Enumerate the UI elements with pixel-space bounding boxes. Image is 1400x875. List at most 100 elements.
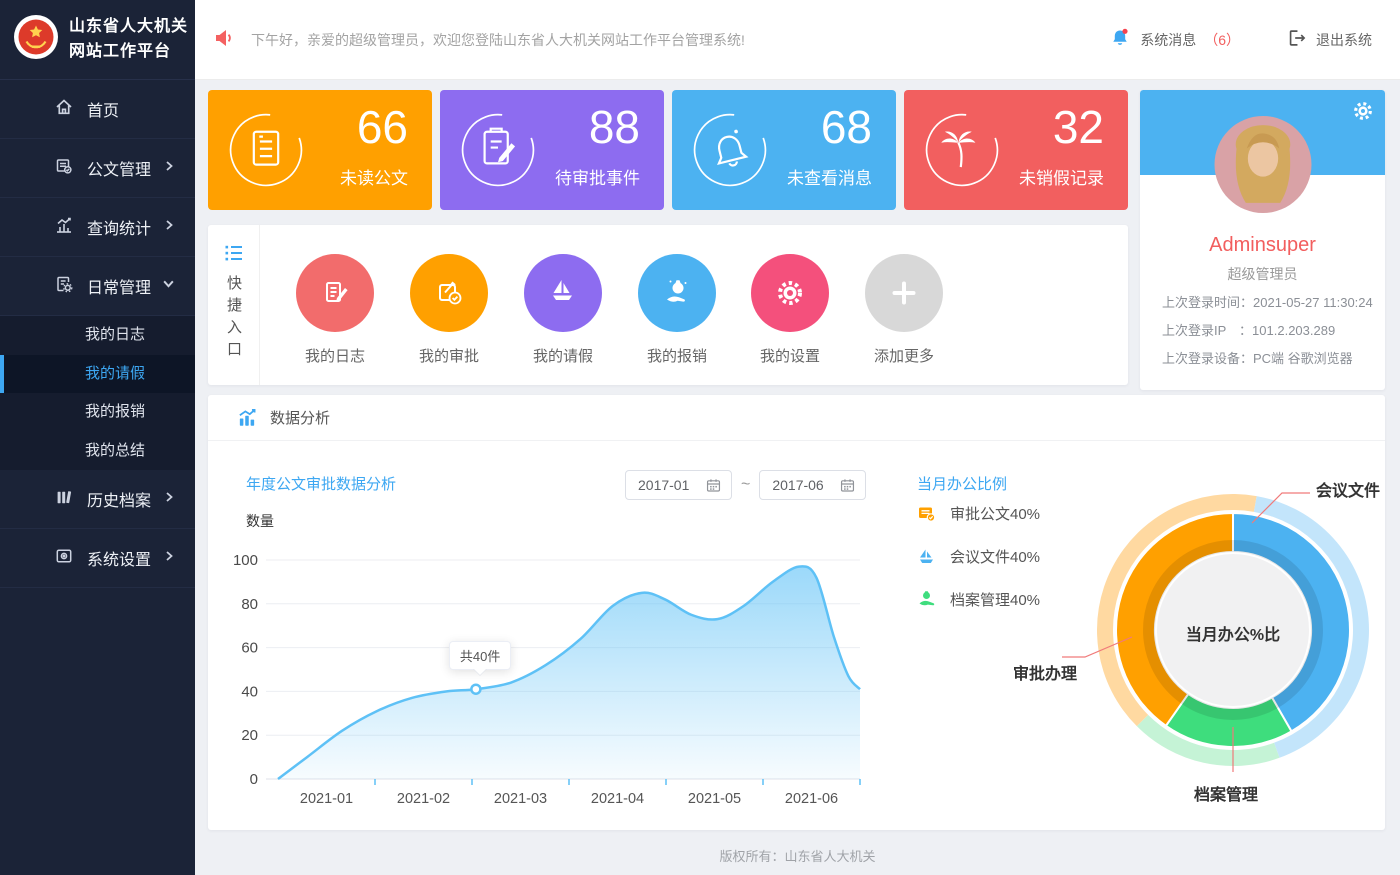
palm-tree-icon	[923, 111, 1001, 189]
line-chart-area: 0204060801002021-012021-022021-032021-04…	[208, 495, 888, 810]
home-icon	[54, 97, 74, 122]
footer-copyright: 版权所有：山东省人大机关	[195, 846, 1400, 865]
svg-text:2021-06: 2021-06	[785, 791, 838, 807]
sidebar-item-label: 系统设置	[87, 546, 151, 570]
date-to-value: 2017-06	[772, 477, 823, 493]
journal-icon	[317, 275, 353, 311]
sailboat-icon	[917, 547, 937, 567]
gear-icon[interactable]	[1352, 100, 1374, 127]
archive-books-icon	[54, 487, 74, 512]
sidebar-item-label: 公文管理	[87, 156, 151, 180]
legend-item-archive-mgmt: 档案管理40%	[917, 589, 1040, 610]
quick-entry-panel: 快捷入口 我的日志 我的审批 我的请假 我的报销 我的设置 添加更多	[208, 225, 1128, 385]
stat-card-pending-approvals[interactable]: 88 待审批事件	[440, 90, 664, 210]
profile-card: Adminsuper 超级管理员 上次登录时间：2021-05-27 11:30…	[1140, 90, 1385, 390]
quick-item-approval[interactable]: 我的审批	[410, 254, 488, 366]
app-logo: 山东省人大机关网站工作平台	[0, 0, 195, 80]
quick-item-leave[interactable]: 我的请假	[524, 254, 602, 366]
sidebar-item-label: 首页	[87, 97, 119, 121]
data-analysis-panel: 数据分析 年度公文审批数据分析 2017-01 ~ 2017-06 数量 020…	[208, 395, 1385, 830]
messages-label: 系统消息	[1140, 30, 1196, 50]
section-title: 数据分析	[270, 407, 330, 428]
quick-item-reimburse[interactable]: 我的报销	[638, 254, 716, 366]
list-icon	[223, 242, 245, 264]
stat-label: 未读公文	[340, 164, 408, 189]
sidebar: 山东省人大机关网站工作平台 首页 公文管理 查询统计 日常管理 我的日志 我的请…	[0, 0, 195, 875]
date-from-value: 2017-01	[638, 477, 689, 493]
money-bag-icon	[659, 275, 695, 311]
sidebar-item-label: 查询统计	[87, 215, 151, 239]
sidebar-item-statistics[interactable]: 查询统计	[0, 198, 195, 257]
stat-value: 66	[357, 100, 408, 154]
svg-text:40: 40	[241, 683, 258, 700]
callout-approval-handling: 审批办理	[1013, 660, 1077, 684]
clipboard-pen-icon	[459, 111, 537, 189]
sidebar-subitem-journal[interactable]: 我的日志	[0, 316, 195, 355]
stat-value: 68	[821, 100, 872, 154]
sidebar-subitem-reimburse[interactable]: 我的报销	[0, 393, 195, 432]
chevron-right-icon	[163, 490, 175, 508]
bar-chart-icon	[54, 215, 74, 240]
plus-icon	[886, 275, 922, 311]
svg-text:80: 80	[241, 596, 258, 613]
topbar: 下午好，亲爱的超级管理员，欢迎您登陆山东省人大机关网站工作平台管理系统! 系统消…	[195, 0, 1400, 80]
sidebar-item-home[interactable]: 首页	[0, 80, 195, 139]
svg-text:2021-05: 2021-05	[688, 791, 741, 807]
last-login-ip: 上次登录IP ：101.2.203.289	[1162, 320, 1335, 339]
sidebar-item-daily[interactable]: 日常管理	[0, 257, 195, 316]
svg-text:2021-02: 2021-02	[397, 791, 450, 807]
svg-text:100: 100	[233, 552, 258, 569]
quick-item-settings[interactable]: 我的设置	[751, 254, 829, 366]
greeting-text: 下午好，亲爱的超级管理员，欢迎您登陆山东省人大机关网站工作平台管理系统!	[251, 30, 745, 50]
sidebar-subitem-leave[interactable]: 我的请假	[0, 355, 195, 394]
svg-text:2021-03: 2021-03	[494, 791, 547, 807]
exit-icon	[1286, 27, 1308, 52]
sidebar-item-label: 历史档案	[87, 487, 151, 511]
emblem-icon	[13, 14, 59, 65]
sailboat-icon	[545, 275, 581, 311]
app-title: 山东省人大机关网站工作平台	[69, 15, 188, 65]
chevron-down-icon	[162, 277, 175, 295]
callout-archive-mgmt: 档案管理	[1194, 781, 1258, 805]
settings-box-icon	[54, 546, 74, 571]
calendar-icon	[839, 477, 856, 494]
document-icon	[227, 111, 305, 189]
chevron-right-icon	[163, 218, 175, 236]
messages-count: （6）	[1204, 30, 1240, 50]
speaker-icon	[213, 26, 237, 53]
calendar-icon	[705, 477, 722, 494]
system-messages[interactable]: 系统消息 （6）	[1108, 26, 1240, 53]
analytics-icon	[236, 407, 258, 429]
stat-label: 未查看消息	[787, 164, 872, 189]
sidebar-item-documents[interactable]: 公文管理	[0, 139, 195, 198]
stat-label: 未销假记录	[1019, 164, 1104, 189]
legend-item-meeting-files: 会议文件40%	[917, 546, 1040, 567]
sidebar-item-label: 日常管理	[87, 274, 151, 298]
bell-icon	[1108, 26, 1132, 53]
stat-label: 待审批事件	[555, 164, 640, 189]
sidebar-item-archives[interactable]: 历史档案	[0, 470, 195, 529]
line-chart-title: 年度公文审批数据分析	[246, 473, 396, 494]
chevron-right-icon	[163, 549, 175, 567]
stat-card-unread-docs[interactable]: 66 未读公文	[208, 90, 432, 210]
stat-card-leave-records[interactable]: 32 未销假记录	[904, 90, 1128, 210]
approval-icon	[431, 275, 467, 311]
svg-text:2021-01: 2021-01	[300, 791, 353, 807]
callout-meeting-files: 会议文件	[1316, 477, 1380, 501]
sidebar-subitem-summary[interactable]: 我的总结	[0, 432, 195, 471]
quick-item-journal[interactable]: 我的日志	[296, 254, 374, 366]
quick-item-add-more[interactable]: 添加更多	[865, 254, 943, 366]
money-bag-icon	[917, 590, 937, 610]
logout-button[interactable]: 退出系统	[1286, 27, 1372, 52]
quick-entry-title: 快捷入口	[223, 275, 244, 363]
document-gear-icon	[54, 274, 74, 299]
svg-text:0: 0	[250, 771, 258, 788]
stat-value: 88	[589, 100, 640, 154]
quick-entry-side: 快捷入口	[208, 225, 260, 385]
sidebar-item-settings[interactable]: 系统设置	[0, 529, 195, 588]
bell-ring-icon	[691, 111, 769, 189]
document-check-icon	[54, 156, 74, 181]
stat-card-unviewed-messages[interactable]: 68 未查看消息	[672, 90, 896, 210]
donut-chart-title: 当月办公比例	[917, 473, 1007, 494]
svg-text:20: 20	[241, 727, 258, 744]
